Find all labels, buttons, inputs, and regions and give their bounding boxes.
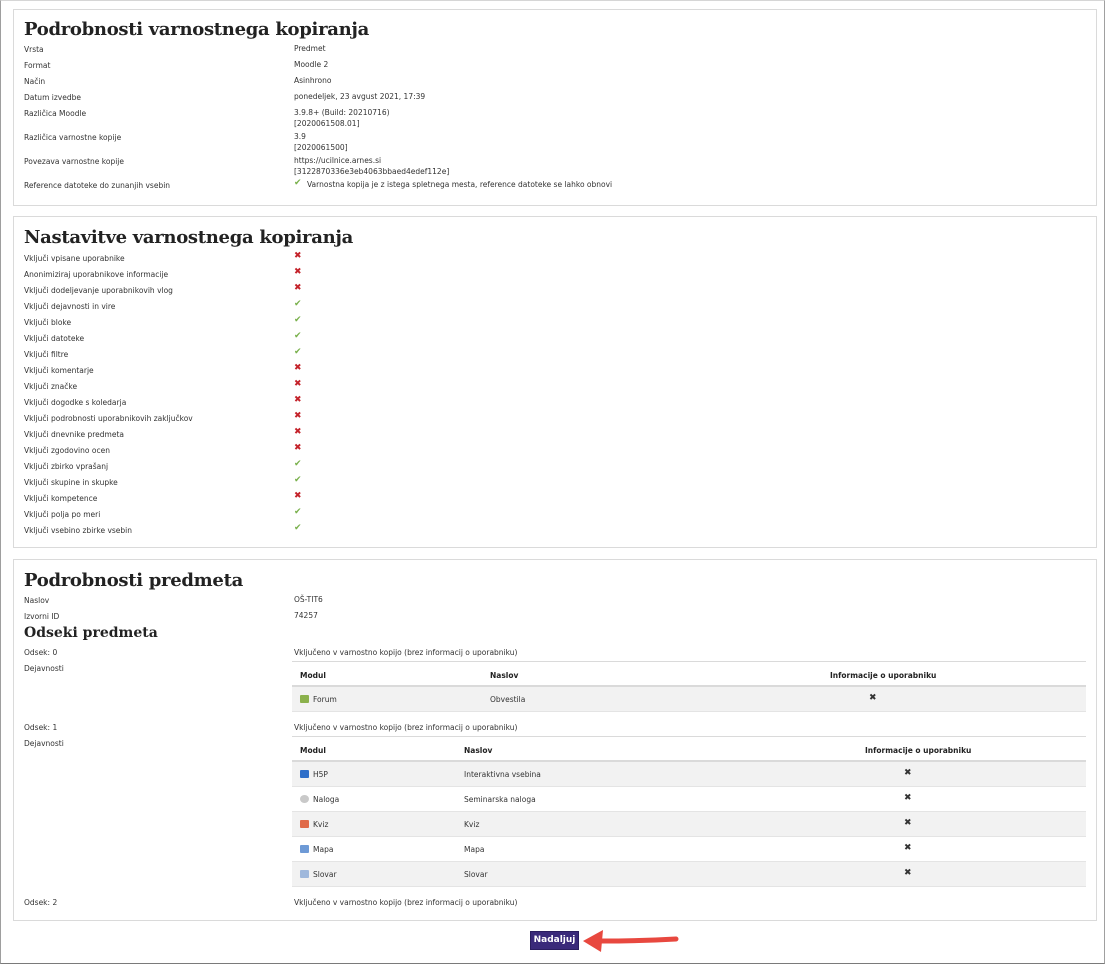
section-0-activities-label: Dejavnosti <box>24 664 64 673</box>
quiz-icon <box>300 820 309 828</box>
section-0-label: Odsek: 0 <box>24 648 58 657</box>
table-row: Forum Obvestila ✖ <box>292 687 1086 712</box>
cross-icon: ✖ <box>294 427 302 437</box>
annotation-arrow-icon <box>583 930 679 952</box>
check-icon: ✔ <box>294 331 302 341</box>
course-sections-title: Odseki predmeta <box>24 625 158 641</box>
table-row: Mapa Mapa ✖ <box>292 837 1086 862</box>
table-cell-title: Obvestila <box>490 695 526 704</box>
backup-settings-title: Nastavitve varnostnega kopiranja <box>24 227 353 248</box>
backup-details-title: Podrobnosti varnostnega kopiranja <box>24 19 369 40</box>
cross-icon: ✖ <box>904 868 912 878</box>
assignment-icon <box>300 795 309 803</box>
table-header: Modul Naslov Informacije o uporabniku <box>292 736 1086 762</box>
continue-button[interactable]: Nadaljuj <box>530 931 579 950</box>
section-2-label: Odsek: 2 <box>24 898 58 907</box>
check-icon: ✔ <box>294 315 302 325</box>
cross-icon: ✖ <box>904 793 912 803</box>
table-row: H5P Interaktivna vsebina ✖ <box>292 762 1086 787</box>
course-details-title: Podrobnosti predmeta <box>24 570 243 591</box>
h5p-icon <box>300 770 309 778</box>
section-2-included: Vključeno v varnostno kopijo (brez infor… <box>294 898 518 907</box>
check-icon: ✔ <box>294 523 302 533</box>
cross-icon: ✖ <box>294 251 302 261</box>
cross-icon: ✖ <box>904 818 912 828</box>
cross-icon: ✖ <box>294 443 302 453</box>
cross-icon: ✖ <box>294 491 302 501</box>
section-1-activities-label: Dejavnosti <box>24 739 64 748</box>
table-cell-module: H5P <box>300 770 328 779</box>
cross-icon: ✖ <box>294 363 302 373</box>
forum-icon <box>300 695 309 703</box>
section-1-included: Vključeno v varnostno kopijo (brez infor… <box>294 723 518 732</box>
check-icon: ✔ <box>294 178 302 188</box>
table-cell-module: Kviz <box>300 820 328 829</box>
table-cell-module: Slovar <box>300 870 337 879</box>
table-cell-title: Slovar <box>464 870 488 879</box>
cross-icon: ✖ <box>294 411 302 421</box>
cross-icon: ✖ <box>904 843 912 853</box>
section-1-label: Odsek: 1 <box>24 723 58 732</box>
folder-icon <box>300 845 309 853</box>
check-icon: ✔ <box>294 475 302 485</box>
cross-icon: ✖ <box>294 283 302 293</box>
table-cell-title: Kviz <box>464 820 480 829</box>
check-icon: ✔ <box>294 299 302 309</box>
check-icon: ✔ <box>294 347 302 357</box>
table-cell-title: Seminarska naloga <box>464 795 536 804</box>
table-row: Slovar Slovar ✖ <box>292 862 1086 887</box>
table-row: Naloga Seminarska naloga ✖ <box>292 787 1086 812</box>
cross-icon: ✖ <box>294 267 302 277</box>
table-cell-title: Interaktivna vsebina <box>464 770 541 779</box>
glossary-icon <box>300 870 309 878</box>
table-cell-module: Forum <box>300 695 337 704</box>
check-icon: ✔ <box>294 459 302 469</box>
table-row: Kviz Kviz ✖ <box>292 812 1086 837</box>
cross-icon: ✖ <box>294 379 302 389</box>
check-icon: ✔ <box>294 507 302 517</box>
backup-details-section: Podrobnosti varnostnega kopiranja Vrsta … <box>13 9 1097 206</box>
table-header: Modul Naslov Informacije o uporabniku <box>292 661 1086 687</box>
cross-icon: ✖ <box>904 768 912 778</box>
cross-icon: ✖ <box>294 395 302 405</box>
table-cell-module: Naloga <box>300 795 339 804</box>
section-0-included: Vključeno v varnostno kopijo (brez infor… <box>294 648 518 657</box>
cross-icon: ✖ <box>869 693 877 703</box>
backup-settings-section: Nastavitve varnostnega kopiranja Vključi… <box>13 216 1097 548</box>
table-cell-module: Mapa <box>300 845 333 854</box>
table-cell-title: Mapa <box>464 845 485 854</box>
